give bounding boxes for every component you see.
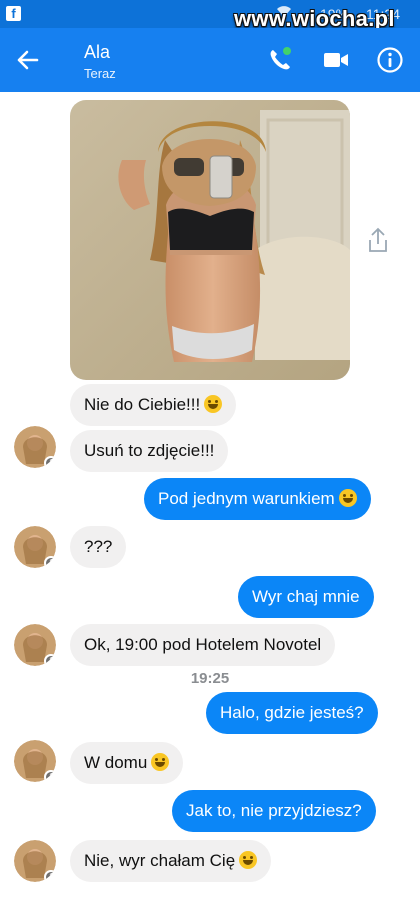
message-text: Usuń to zdjęcie!!! — [84, 441, 215, 460]
avatar[interactable]: f — [14, 740, 56, 782]
message-outgoing[interactable]: Pod jednym warunkiem — [144, 478, 371, 520]
avatar[interactable]: f — [14, 840, 56, 882]
facebook-badge-icon: f — [44, 456, 56, 468]
video-call-button[interactable] — [322, 48, 350, 72]
message-incoming[interactable]: W domu — [70, 742, 184, 784]
online-indicator — [283, 47, 291, 55]
message-incoming[interactable]: ??? — [70, 526, 127, 568]
message-text: Ok, 19:00 pod Hotelem Novotel — [84, 635, 322, 654]
message-incoming[interactable]: Nie, wyr chałam Cię — [70, 840, 272, 882]
info-icon — [377, 47, 403, 73]
message-text: Halo, gdzie jesteś? — [220, 703, 364, 722]
message-text: Nie, wyr chałam Cię — [84, 851, 236, 870]
watermark: www.wiocha.pl — [234, 6, 395, 31]
message-text: Wyr chaj mnie — [252, 587, 360, 606]
slightly-smiling-emoji-icon — [204, 395, 223, 413]
arrow-left-icon — [17, 50, 39, 70]
facebook-badge-icon: f — [44, 870, 56, 882]
video-camera-icon — [324, 53, 348, 67]
contact-name[interactable]: Ala — [84, 42, 110, 63]
message-incoming[interactable]: Usuń to zdjęcie!!! — [70, 430, 229, 472]
share-icon — [369, 227, 387, 252]
message-text: Nie do Ciebie!!! — [84, 395, 201, 414]
info-button[interactable] — [376, 46, 404, 74]
shared-photo[interactable] — [70, 100, 350, 380]
status-bar: f 19% 11:24 www.wiocha.pl — [0, 0, 420, 31]
message-outgoing[interactable]: Halo, gdzie jesteś? — [206, 692, 378, 734]
message-text: Jak to, nie przyjdziesz? — [186, 801, 362, 820]
facebook-badge-icon: f — [44, 556, 56, 568]
message-text: Pod jednym warunkiem — [158, 489, 335, 508]
message-text: W domu — [84, 753, 148, 772]
message-incoming[interactable]: Nie do Ciebie!!! — [70, 384, 237, 426]
message-text: ??? — [84, 537, 113, 556]
message-timestamp: 19:25 — [190, 670, 230, 687]
avatar[interactable]: f — [14, 426, 56, 468]
avatar[interactable]: f — [14, 624, 56, 666]
winking-tongue-emoji-icon — [239, 851, 258, 869]
message-outgoing[interactable]: Wyr chaj mnie — [238, 576, 374, 618]
grinning-emoji-icon — [151, 753, 170, 771]
share-button[interactable] — [366, 226, 390, 254]
avatar[interactable]: f — [14, 526, 56, 568]
message-outgoing[interactable]: Jak to, nie przyjdziesz? — [172, 790, 376, 832]
photo-content — [70, 100, 350, 380]
facebook-badge-icon: f — [44, 770, 56, 782]
back-button[interactable] — [10, 42, 46, 78]
facebook-badge-icon: f — [44, 654, 56, 666]
message-incoming[interactable]: Ok, 19:00 pod Hotelem Novotel — [70, 624, 336, 666]
facebook-icon: f — [6, 6, 21, 21]
grinning-emoji-icon — [338, 489, 357, 507]
conversation-header: Ala Teraz — [0, 28, 420, 92]
contact-status: Teraz — [84, 66, 116, 81]
